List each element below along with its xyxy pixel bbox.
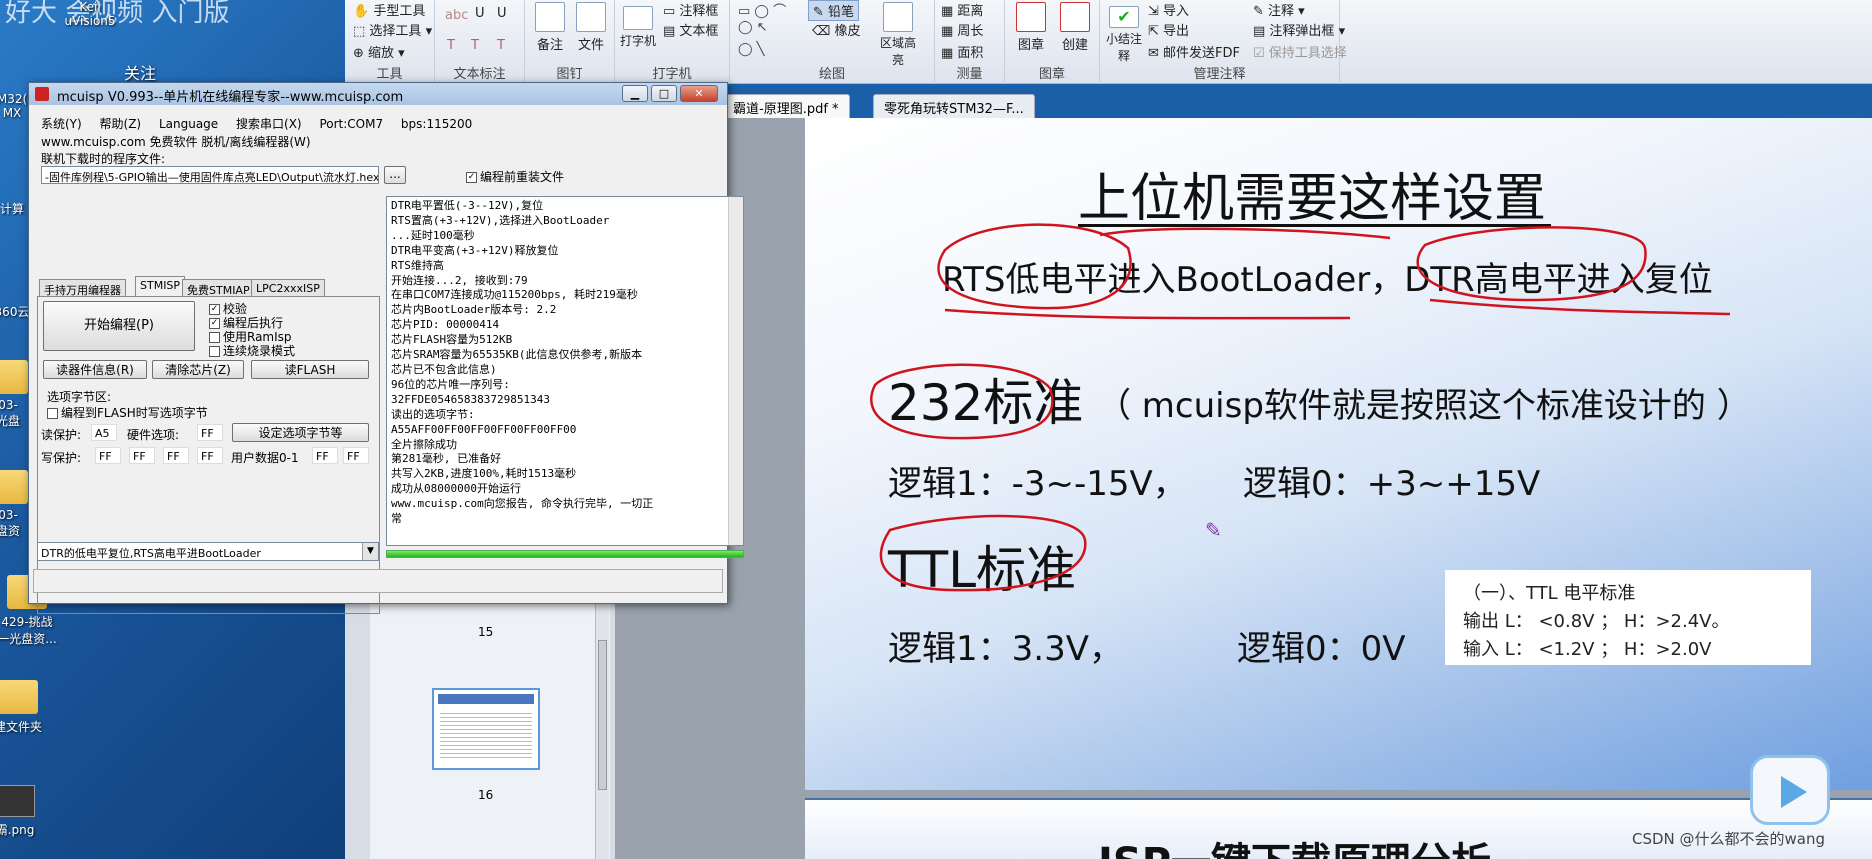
log-line: 芯片内BootLoader版本号: 2.2 — [391, 303, 557, 317]
read-info-button[interactable]: 读器件信息(R) — [43, 360, 147, 379]
progress-bar — [386, 550, 744, 558]
stroke-rts-2 — [1099, 227, 1391, 240]
erase-chip-button[interactable]: 清除芯片(Z) — [152, 360, 244, 379]
option-group-label: 选项字节区: — [47, 390, 112, 404]
user-data-input-2[interactable]: FF — [343, 447, 369, 464]
underline-rts — [944, 308, 1351, 320]
app-icon — [35, 87, 49, 101]
log-line: www.mcuisp.com向您报告, 命令执行完毕, 一切正 — [391, 497, 654, 511]
reload-label: 编程前重装文件 — [480, 170, 565, 184]
log-line: 读出的选项字节: — [391, 407, 475, 421]
tab-stmiap[interactable]: 免费STMIAP — [182, 279, 255, 297]
log-line: 全片擦除成功 — [391, 437, 457, 451]
menu-port[interactable]: Port:COM7 — [319, 117, 383, 131]
subtitle-link[interactable]: www.mcuisp.com 免费软件 脱机/离线编程器(W) — [41, 133, 311, 150]
hw-option-input[interactable]: FF — [197, 424, 223, 441]
start-program-button[interactable]: 开始编程(P) — [43, 301, 195, 351]
log-line: 共写入2KB,进度100%,耗时1513毫秒 — [391, 467, 577, 481]
tab-stmisp[interactable]: STMISP — [135, 276, 186, 297]
menu-bar: 系统(Y) 帮助(Z) Language 搜索串口(X) Port:COM7 b… — [41, 115, 472, 132]
reset-mode-value: DTR的低电平复位,RTS高电平进BootLoader — [41, 547, 261, 560]
circle-ttl — [879, 514, 1087, 592]
mcuisp-title-bar[interactable]: mcuisp V0.993--单片机在线编程专家--www.mcuisp.com… — [29, 83, 727, 105]
log-line: A55AFF00FF00FF00FF00FF00FF00 — [391, 422, 577, 436]
reload-checkbox[interactable]: ✓ 编程前重装文件 — [466, 168, 564, 185]
log-line: 在串口COM7连接成功@115200bps, 耗时219毫秒 — [391, 288, 638, 302]
output-log[interactable]: DTR电平置低(-3--12V),复位 RTS置高(+3-+12V),选择进入Bo… — [386, 196, 744, 546]
chevron-down-icon[interactable]: ▼ — [362, 543, 378, 560]
tab-handheld[interactable]: 手持万用编程器 — [39, 279, 126, 297]
write-protect-input-3[interactable]: FF — [163, 447, 189, 464]
csdn-watermark: CSDN @什么都不会的wang — [1632, 830, 1826, 848]
menu-help[interactable]: 帮助(Z) — [100, 117, 142, 131]
log-line: 96位的芯片唯一序列号: — [391, 377, 510, 391]
status-bar — [33, 569, 723, 593]
file-label: 联机下载时的程序文件: — [41, 152, 166, 166]
minimize-button[interactable]: ▁ — [622, 85, 648, 102]
underline-dtr — [1429, 298, 1731, 316]
user-data-label: 用户数据0-1 — [231, 451, 299, 465]
log-line: ...延时100毫秒 — [391, 228, 475, 242]
checkbox-icon — [209, 346, 220, 357]
log-line: RTS维持高 — [391, 258, 444, 272]
log-line: 芯片已不包含此信息) — [391, 362, 497, 376]
hw-option-label: 硬件选项: — [127, 428, 180, 442]
circle-dtr — [1416, 226, 1647, 302]
check-continuous[interactable]: 连续烧录模式 — [209, 342, 295, 359]
file-path-input[interactable]: -固件库例程\5-GPIO输出—使用固件库点亮LED\Output\流水灯.he… — [41, 166, 379, 184]
write-protect-input-1[interactable]: FF — [95, 447, 121, 464]
read-flash-button[interactable]: 读FLASH — [251, 360, 369, 379]
check-continuous-label: 连续烧录模式 — [223, 344, 296, 358]
log-line: 开始连接...2, 接收到:79 — [391, 273, 528, 287]
tab-lpc[interactable]: LPC2xxxISP — [251, 279, 325, 297]
maximize-button[interactable]: □ — [651, 85, 677, 102]
close-button[interactable]: ✕ — [680, 85, 718, 102]
circle-232 — [870, 363, 1054, 440]
log-line: 第281毫秒, 已准备好 — [391, 452, 502, 466]
log-line: 芯片FLASH容量为512KB — [391, 333, 513, 347]
log-line: 芯片SRAM容量为65535KB(此信息仅供参考,新版本 — [391, 348, 643, 362]
checkbox-icon: ✓ — [466, 172, 477, 183]
log-scrollbar[interactable] — [728, 197, 743, 545]
log-line: DTR电平变高(+3-+12V)释放复位 — [391, 243, 559, 257]
user-data-input-1[interactable]: FF — [312, 447, 338, 464]
reset-mode-select[interactable]: DTR的低电平复位,RTS高电平进BootLoader ▼ — [37, 542, 379, 561]
browse-button[interactable]: ... — [384, 166, 406, 184]
mcuisp-window: mcuisp V0.993--单片机在线编程专家--www.mcuisp.com… — [28, 82, 744, 614]
log-line: 常 — [391, 512, 402, 526]
write-protect-input-4[interactable]: FF — [197, 447, 223, 464]
set-options-button[interactable]: 设定选项字节等 — [232, 423, 369, 442]
log-line: 芯片PID: 00000414 — [391, 318, 500, 332]
play-icon — [1781, 776, 1807, 808]
menu-system[interactable]: 系统(Y) — [41, 117, 82, 131]
log-line: RTS置高(+3-+12V),选择进入BootLoader — [391, 213, 610, 227]
log-line: DTR电平置低(-3--12V),复位 — [391, 199, 544, 212]
circle-rts — [937, 223, 1132, 310]
checkbox-icon — [47, 408, 58, 419]
menu-language[interactable]: Language — [159, 117, 218, 131]
write-protect-input-2[interactable]: FF — [129, 447, 155, 464]
write-protect-label: 写保护: — [41, 451, 82, 465]
write-option-label: 编程到FLASH时写选项字节 — [61, 406, 208, 420]
bilibili-tv-icon — [1750, 755, 1830, 825]
window-title: mcuisp V0.993--单片机在线编程专家--www.mcuisp.com — [57, 90, 404, 105]
log-line: 32FFDE054658383729851343 — [391, 392, 550, 406]
log-line: 成功从08000000开始运行 — [391, 482, 521, 496]
read-protect-label: 读保护: — [41, 428, 82, 442]
read-protect-input[interactable]: A5 — [91, 424, 117, 441]
write-option-checkbox[interactable]: 编程到FLASH时写选项字节 — [47, 404, 208, 421]
menu-search-port[interactable]: 搜索串口(X) — [236, 117, 302, 131]
menu-bps[interactable]: bps:115200 — [401, 117, 472, 131]
